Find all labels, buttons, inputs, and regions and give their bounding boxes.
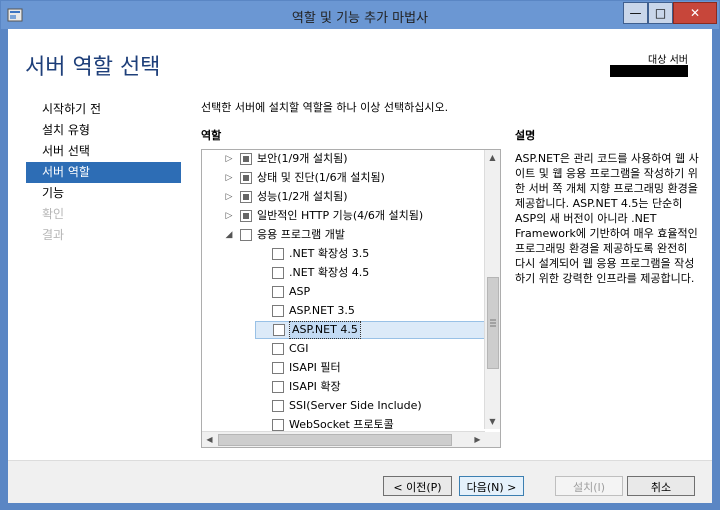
wizard-client: 서버 역할 선택 대상 서버 시작하기 전 설치 유형 서버 선택 서버 역할 기능확인… [8, 29, 712, 503]
scroll-right-icon[interactable]: ▶ [470, 432, 485, 447]
role-label: 보안(1/9개 설치됨) [257, 152, 348, 165]
role-checkbox[interactable] [240, 153, 252, 165]
role-checkbox[interactable] [272, 381, 284, 393]
nav-step-3[interactable]: 서버 역할 [26, 162, 181, 183]
role-label: CGI [289, 342, 309, 355]
wizard-steps-nav: 시작하기 전 설치 유형 서버 선택 서버 역할 기능확인결과 [26, 99, 181, 246]
role-tree-row[interactable]: ISAPI 필터 [202, 359, 484, 377]
scroll-left-icon[interactable]: ◀ [202, 432, 217, 447]
scroll-down-icon[interactable]: ▼ [485, 414, 500, 429]
role-checkbox[interactable] [272, 400, 284, 412]
role-checkbox[interactable] [272, 305, 284, 317]
role-checkbox[interactable] [272, 362, 284, 374]
role-tree-row[interactable]: ▷ 보안(1/9개 설치됨) [202, 150, 484, 168]
role-tree-row[interactable]: .NET 확장성 3.5 [202, 245, 484, 263]
wizard-header: 서버 역할 선택 대상 서버 [8, 29, 712, 99]
role-tree-row[interactable]: ASP.NET 4.5 [255, 321, 486, 339]
role-checkbox[interactable] [240, 229, 252, 241]
role-tree-row[interactable]: ◢ 응용 프로그램 개발 [202, 226, 484, 244]
nav-step-4[interactable]: 기능 [26, 183, 181, 204]
maximize-button[interactable]: □ [648, 2, 673, 24]
expand-arrow-icon[interactable]: ▷ [224, 169, 234, 187]
roles-label: 역할 [201, 129, 222, 142]
role-label: SSI(Server Side Include) [289, 399, 422, 412]
cancel-button[interactable]: 취소 [627, 476, 695, 496]
close-button[interactable]: ✕ [673, 2, 717, 24]
title-bar[interactable]: 역할 및 기능 추가 마법사 — □ ✕ [1, 1, 719, 29]
scroll-up-icon[interactable]: ▲ [485, 150, 500, 165]
install-button[interactable]: 설치(I) [555, 476, 623, 496]
maximize-icon: □ [654, 6, 667, 20]
role-checkbox[interactable] [240, 191, 252, 203]
next-button[interactable]: 다음(N) > [459, 476, 524, 496]
role-tree-row[interactable]: ASP.NET 3.5 [202, 302, 484, 320]
vertical-scroll-thumb[interactable] [487, 277, 499, 369]
role-label: .NET 확장성 3.5 [289, 247, 370, 260]
role-label: ISAPI 확장 [289, 380, 341, 393]
nav-step-2[interactable]: 서버 선택 [26, 141, 181, 162]
role-label: 성능(1/2개 설치됨) [257, 190, 348, 203]
role-tree-row[interactable]: ASP [202, 283, 484, 301]
role-tree-row[interactable]: ISAPI 확장 [202, 378, 484, 396]
expand-arrow-icon[interactable]: ▷ [224, 207, 234, 225]
nav-step-6: 결과 [42, 228, 65, 242]
destination-server-name-redacted [610, 65, 688, 77]
description-label: 설명 [515, 129, 536, 142]
collapse-arrow-icon[interactable]: ◢ [224, 226, 234, 244]
role-label: ISAPI 필터 [289, 361, 341, 374]
role-label: .NET 확장성 4.5 [289, 266, 370, 279]
role-tree-row[interactable]: ▷ 상태 및 진단(1/6개 설치됨) [202, 169, 484, 187]
window-title: 역할 및 기능 추가 마법사 [291, 11, 429, 26]
role-tree-row[interactable]: CGI [202, 340, 484, 358]
expand-arrow-icon[interactable]: ▷ [224, 188, 234, 206]
instruction-text: 선택한 서버에 설치할 역할을 하나 이상 선택하십시오. [201, 101, 449, 114]
role-checkbox[interactable] [273, 324, 285, 336]
role-label: ASP.NET 4.5 [289, 321, 361, 339]
page-title: 서버 역할 선택 [25, 55, 161, 80]
minimize-icon: — [629, 6, 642, 20]
close-icon: ✕ [689, 6, 701, 20]
role-checkbox[interactable] [272, 248, 284, 260]
nav-step-0[interactable]: 시작하기 전 [26, 99, 181, 120]
role-tree-row[interactable]: ▷ 일반적인 HTTP 기능(4/6개 설치됨) [202, 207, 484, 225]
horizontal-scroll-thumb[interactable] [218, 434, 452, 446]
role-label: ASP.NET 3.5 [289, 304, 355, 317]
role-tree-row[interactable]: .NET 확장성 4.5 [202, 264, 484, 282]
vertical-scrollbar[interactable]: ▲ ▼ [484, 150, 500, 429]
role-label: ASP [289, 285, 311, 298]
role-checkbox[interactable] [272, 267, 284, 279]
scroll-grip-icon [490, 319, 496, 327]
role-checkbox[interactable] [272, 286, 284, 298]
roles-tree[interactable]: ▷ 보안(1/9개 설치됨) ▷ 상태 및 진단(1/6개 설치됨) ▷ 성능(1/2개 … [201, 149, 501, 448]
wizard-footer: < 이전(P) 다음(N) > 설치(I) 취소 [8, 460, 712, 503]
role-checkbox[interactable] [240, 210, 252, 222]
destination-server-label: 대상 서버 [648, 55, 688, 66]
nav-step-5: 확인 [42, 207, 65, 221]
role-checkbox[interactable] [272, 419, 284, 431]
role-label: 상태 및 진단(1/6개 설치됨) [257, 171, 385, 184]
role-checkbox[interactable] [240, 172, 252, 184]
role-description: ASP.NET은 관리 코드를 사용하여 웹 사이트 및 웹 응용 프로그램을 … [515, 152, 699, 285]
role-label: 일반적인 HTTP 기능(4/6개 설치됨) [257, 209, 424, 222]
role-tree-row[interactable]: ▷ 성능(1/2개 설치됨) [202, 188, 484, 206]
horizontal-scrollbar[interactable]: ◀ ▶ [202, 431, 485, 447]
minimize-button[interactable]: — [623, 2, 648, 24]
role-tree-row[interactable]: SSI(Server Side Include) [202, 397, 484, 415]
previous-button[interactable]: < 이전(P) [383, 476, 452, 496]
expand-arrow-icon[interactable]: ▷ [224, 150, 234, 168]
role-checkbox[interactable] [272, 343, 284, 355]
role-label: 응용 프로그램 개발 [257, 228, 345, 241]
nav-step-1[interactable]: 설치 유형 [26, 120, 181, 141]
wizard-window: 역할 및 기능 추가 마법사 — □ ✕ 서버 역할 선택 대상 서버 시작하기… [0, 0, 720, 510]
scroll-corner [485, 432, 500, 447]
